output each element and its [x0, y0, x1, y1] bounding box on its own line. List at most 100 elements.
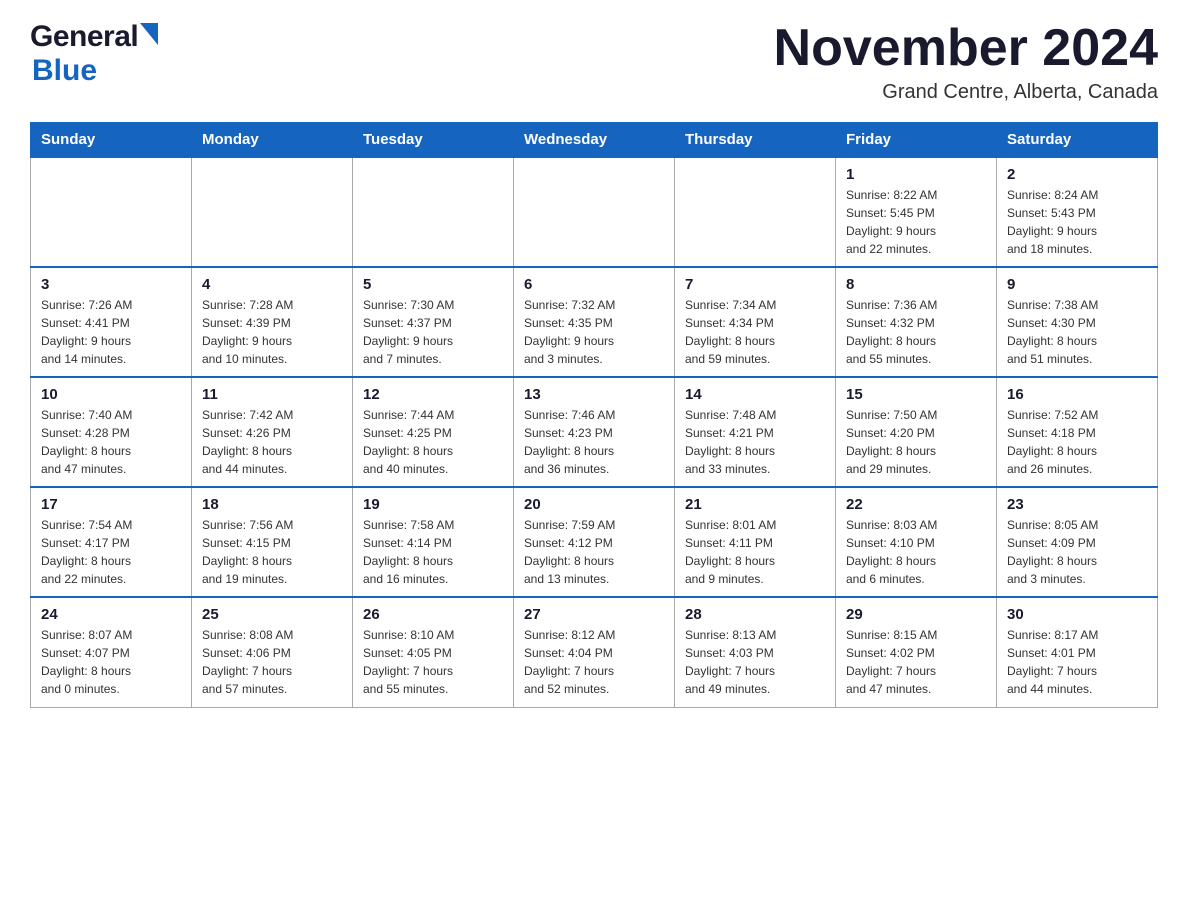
weekday-header-sunday: Sunday: [31, 123, 192, 158]
day-info: Sunrise: 7:36 AM Sunset: 4:32 PM Dayligh…: [846, 296, 986, 368]
day-number: 2: [1007, 166, 1147, 183]
day-number: 9: [1007, 276, 1147, 293]
logo-blue: Blue: [32, 54, 97, 88]
title-block: November 2024 Grand Centre, Alberta, Can…: [774, 20, 1158, 104]
day-info: Sunrise: 7:54 AM Sunset: 4:17 PM Dayligh…: [41, 516, 181, 588]
day-number: 22: [846, 496, 986, 513]
calendar-cell: [675, 157, 836, 267]
calendar-week-1: 1 Sunrise: 8:22 AM Sunset: 5:45 PM Daylig…: [31, 157, 1158, 267]
day-number: 13: [524, 386, 664, 403]
calendar-cell: 1 Sunrise: 8:22 AM Sunset: 5:45 PM Daylig…: [836, 157, 997, 267]
day-number: 19: [363, 496, 503, 513]
day-info: Sunrise: 8:17 AM Sunset: 4:01 PM Dayligh…: [1007, 626, 1147, 698]
calendar-cell: 21Sunrise: 8:01 AM Sunset: 4:11 PM Dayli…: [675, 487, 836, 597]
day-info: Sunrise: 8:22 AM Sunset: 5:45 PM Dayligh…: [846, 186, 986, 258]
logo-triangle-icon: [140, 23, 158, 45]
day-info: Sunrise: 8:15 AM Sunset: 4:02 PM Dayligh…: [846, 626, 986, 698]
day-number: 14: [685, 386, 825, 403]
calendar-cell: 19 Sunrise: 7:58 AM Sunset: 4:14 PM Dayli…: [353, 487, 514, 597]
day-number: 12: [363, 386, 503, 403]
day-number: 1: [846, 166, 986, 183]
day-number: 18: [202, 496, 342, 513]
calendar-cell: 17 Sunrise: 7:54 AM Sunset: 4:17 PM Dayli…: [31, 487, 192, 597]
calendar-cell: 11Sunrise: 7:42 AM Sunset: 4:26 PM Dayli…: [192, 377, 353, 487]
day-info: Sunrise: 8:10 AM Sunset: 4:05 PM Dayligh…: [363, 626, 503, 698]
calendar-cell: 5 Sunrise: 7:30 AM Sunset: 4:37 PM Daylig…: [353, 267, 514, 377]
day-info: Sunrise: 7:52 AM Sunset: 4:18 PM Dayligh…: [1007, 406, 1147, 478]
day-info: Sunrise: 8:12 AM Sunset: 4:04 PM Dayligh…: [524, 626, 664, 698]
calendar-week-5: 24Sunrise: 8:07 AM Sunset: 4:07 PM Dayli…: [31, 597, 1158, 707]
month-title: November 2024: [774, 20, 1158, 77]
calendar-cell: 3 Sunrise: 7:26 AM Sunset: 4:41 PM Daylig…: [31, 267, 192, 377]
day-number: 5: [363, 276, 503, 293]
day-number: 16: [1007, 386, 1147, 403]
day-info: Sunrise: 7:59 AM Sunset: 4:12 PM Dayligh…: [524, 516, 664, 588]
calendar-cell: 18 Sunrise: 7:56 AM Sunset: 4:15 PM Dayli…: [192, 487, 353, 597]
day-number: 26: [363, 606, 503, 623]
calendar-cell: [514, 157, 675, 267]
calendar-cell: 30Sunrise: 8:17 AM Sunset: 4:01 PM Dayli…: [997, 597, 1158, 707]
calendar-cell: 25 Sunrise: 8:08 AM Sunset: 4:06 PM Dayli…: [192, 597, 353, 707]
calendar-cell: 22 Sunrise: 8:03 AM Sunset: 4:10 PM Dayli…: [836, 487, 997, 597]
calendar-cell: 20 Sunrise: 7:59 AM Sunset: 4:12 PM Dayli…: [514, 487, 675, 597]
day-number: 28: [685, 606, 825, 623]
day-info: Sunrise: 8:03 AM Sunset: 4:10 PM Dayligh…: [846, 516, 986, 588]
day-number: 8: [846, 276, 986, 293]
calendar-cell: 28Sunrise: 8:13 AM Sunset: 4:03 PM Dayli…: [675, 597, 836, 707]
day-number: 29: [846, 606, 986, 623]
calendar-cell: 8 Sunrise: 7:36 AM Sunset: 4:32 PM Daylig…: [836, 267, 997, 377]
calendar-cell: 6 Sunrise: 7:32 AM Sunset: 4:35 PM Daylig…: [514, 267, 675, 377]
weekday-header-thursday: Thursday: [675, 123, 836, 158]
day-info: Sunrise: 7:44 AM Sunset: 4:25 PM Dayligh…: [363, 406, 503, 478]
day-number: 10: [41, 386, 181, 403]
calendar-table: SundayMondayTuesdayWednesdayThursdayFrid…: [30, 122, 1158, 708]
day-info: Sunrise: 7:48 AM Sunset: 4:21 PM Dayligh…: [685, 406, 825, 478]
calendar-week-3: 10 Sunrise: 7:40 AM Sunset: 4:28 PM Dayli…: [31, 377, 1158, 487]
calendar-cell: 16 Sunrise: 7:52 AM Sunset: 4:18 PM Dayli…: [997, 377, 1158, 487]
day-info: Sunrise: 7:34 AM Sunset: 4:34 PM Dayligh…: [685, 296, 825, 368]
weekday-header-wednesday: Wednesday: [514, 123, 675, 158]
calendar-cell: 7 Sunrise: 7:34 AM Sunset: 4:34 PM Daylig…: [675, 267, 836, 377]
day-number: 24: [41, 606, 181, 623]
calendar-cell: 13 Sunrise: 7:46 AM Sunset: 4:23 PM Dayli…: [514, 377, 675, 487]
logo: General Blue: [30, 20, 158, 88]
calendar-cell: [31, 157, 192, 267]
calendar-body: 1 Sunrise: 8:22 AM Sunset: 5:45 PM Daylig…: [31, 157, 1158, 707]
day-info: Sunrise: 7:40 AM Sunset: 4:28 PM Dayligh…: [41, 406, 181, 478]
day-number: 3: [41, 276, 181, 293]
day-number: 6: [524, 276, 664, 293]
logo-general: General: [30, 20, 138, 54]
calendar-cell: 24Sunrise: 8:07 AM Sunset: 4:07 PM Dayli…: [31, 597, 192, 707]
day-number: 7: [685, 276, 825, 293]
calendar-cell: 2 Sunrise: 8:24 AM Sunset: 5:43 PM Daylig…: [997, 157, 1158, 267]
calendar-cell: [353, 157, 514, 267]
weekday-header-saturday: Saturday: [997, 123, 1158, 158]
page-header: General Blue November 2024 Grand Centre,…: [30, 20, 1158, 104]
day-info: Sunrise: 7:32 AM Sunset: 4:35 PM Dayligh…: [524, 296, 664, 368]
day-info: Sunrise: 7:30 AM Sunset: 4:37 PM Dayligh…: [363, 296, 503, 368]
calendar-cell: 4 Sunrise: 7:28 AM Sunset: 4:39 PM Daylig…: [192, 267, 353, 377]
calendar-cell: 14 Sunrise: 7:48 AM Sunset: 4:21 PM Dayli…: [675, 377, 836, 487]
day-info: Sunrise: 8:24 AM Sunset: 5:43 PM Dayligh…: [1007, 186, 1147, 258]
day-info: Sunrise: 7:58 AM Sunset: 4:14 PM Dayligh…: [363, 516, 503, 588]
day-number: 4: [202, 276, 342, 293]
day-info: Sunrise: 7:56 AM Sunset: 4:15 PM Dayligh…: [202, 516, 342, 588]
calendar-cell: 10 Sunrise: 7:40 AM Sunset: 4:28 PM Dayli…: [31, 377, 192, 487]
day-number: 25: [202, 606, 342, 623]
calendar-week-4: 17 Sunrise: 7:54 AM Sunset: 4:17 PM Dayli…: [31, 487, 1158, 597]
day-info: Sunrise: 7:50 AM Sunset: 4:20 PM Dayligh…: [846, 406, 986, 478]
day-number: 27: [524, 606, 664, 623]
day-info: Sunrise: 7:26 AM Sunset: 4:41 PM Dayligh…: [41, 296, 181, 368]
day-info: Sunrise: 7:28 AM Sunset: 4:39 PM Dayligh…: [202, 296, 342, 368]
day-info: Sunrise: 7:46 AM Sunset: 4:23 PM Dayligh…: [524, 406, 664, 478]
day-number: 20: [524, 496, 664, 513]
day-number: 17: [41, 496, 181, 513]
weekday-header-tuesday: Tuesday: [353, 123, 514, 158]
calendar-cell: 26 Sunrise: 8:10 AM Sunset: 4:05 PM Dayli…: [353, 597, 514, 707]
day-number: 21: [685, 496, 825, 513]
day-info: Sunrise: 8:08 AM Sunset: 4:06 PM Dayligh…: [202, 626, 342, 698]
calendar-cell: 29 Sunrise: 8:15 AM Sunset: 4:02 PM Dayli…: [836, 597, 997, 707]
calendar-header-row: SundayMondayTuesdayWednesdayThursdayFrid…: [31, 123, 1158, 158]
weekday-header-friday: Friday: [836, 123, 997, 158]
calendar-cell: 15Sunrise: 7:50 AM Sunset: 4:20 PM Dayli…: [836, 377, 997, 487]
